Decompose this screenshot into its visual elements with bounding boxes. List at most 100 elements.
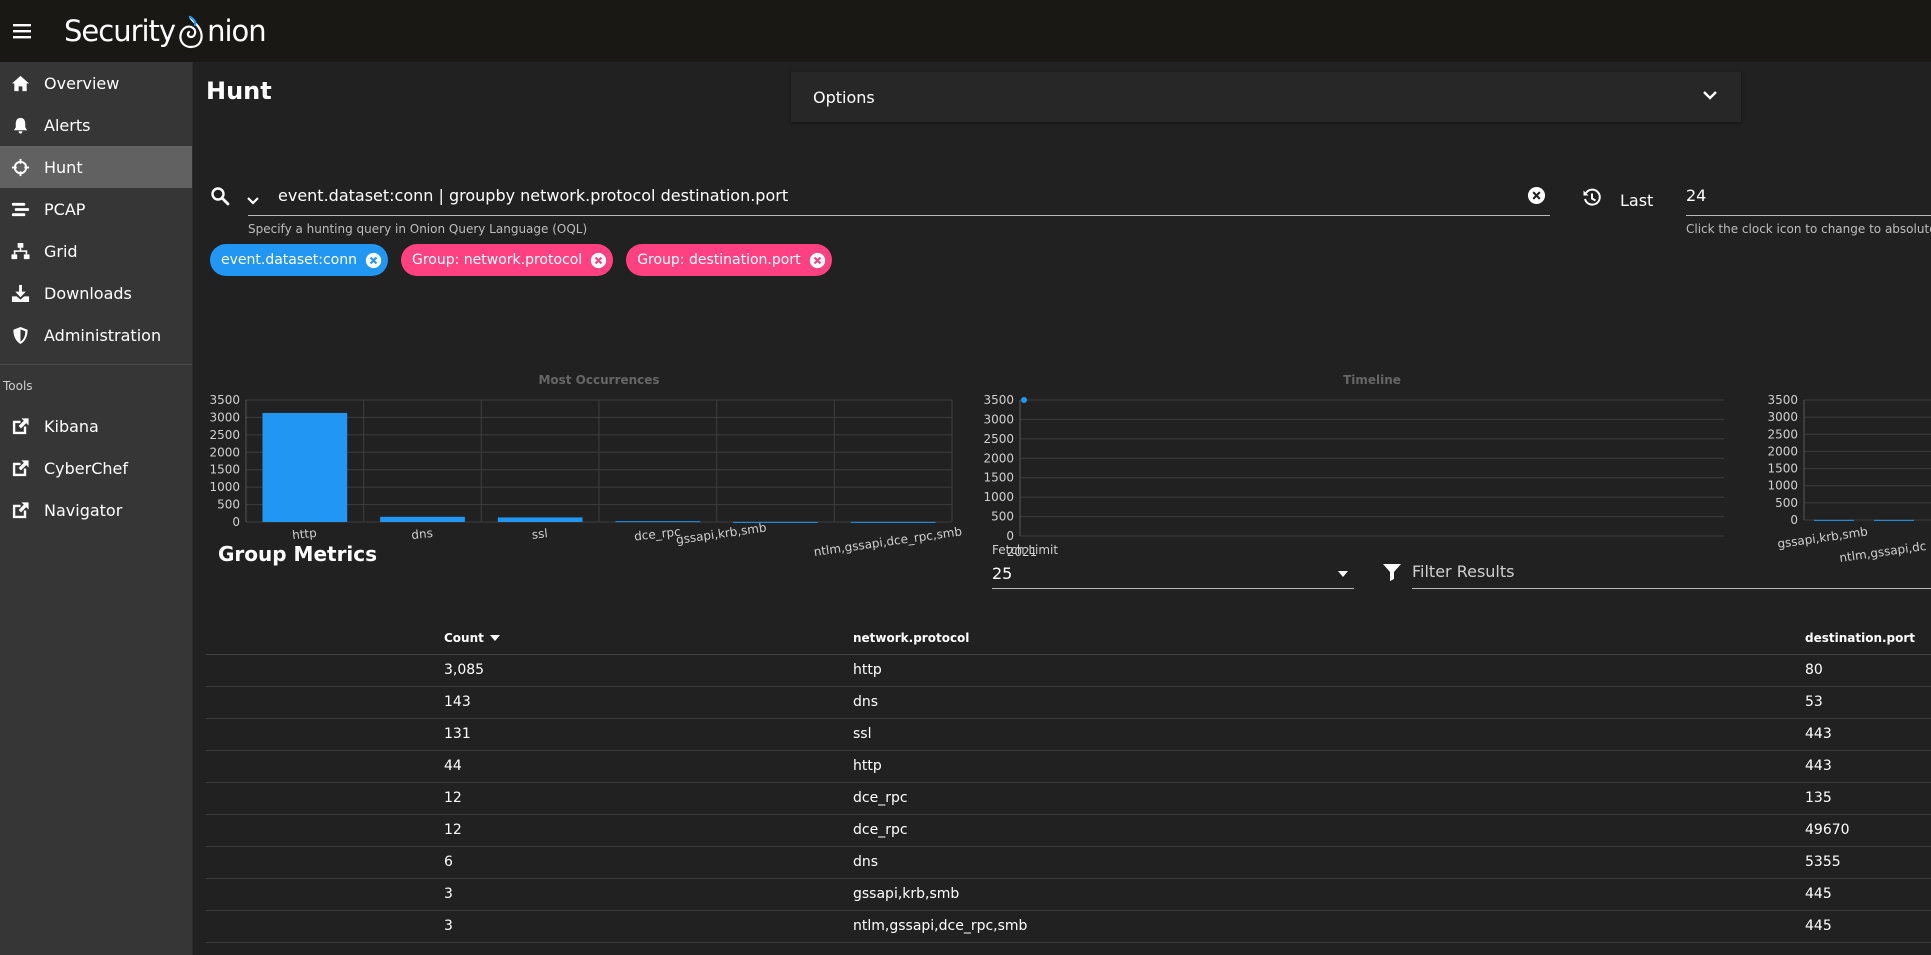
search-icon[interactable] bbox=[210, 186, 230, 206]
y-tick-label: 0 bbox=[1006, 529, 1014, 543]
query-input[interactable] bbox=[248, 176, 1488, 214]
chart-title: Timeline bbox=[1343, 373, 1401, 387]
table-row[interactable]: 3 ntlm,gssapi,dce_rpc,smb 445 bbox=[206, 910, 1931, 943]
chip-group-protocol[interactable]: Group: network.protocol bbox=[400, 244, 614, 276]
sidebar-item-label: Overview bbox=[44, 73, 120, 93]
row-action-header bbox=[206, 622, 444, 655]
port-cell[interactable]: 5355 bbox=[1805, 846, 1931, 879]
y-tick-label: 3000 bbox=[1767, 410, 1798, 424]
top-app-bar: Security nion bbox=[0, 0, 1931, 62]
bar bbox=[497, 517, 583, 522]
onion-swirl-icon bbox=[176, 14, 206, 50]
y-tick-label: 3500 bbox=[1767, 393, 1798, 407]
x-tick-label: ssl bbox=[531, 526, 548, 542]
y-tick-label: 2000 bbox=[209, 445, 240, 459]
y-tick-label: 3000 bbox=[983, 412, 1014, 426]
protocol-cell[interactable]: http bbox=[853, 654, 1805, 687]
y-tick-label: 1000 bbox=[209, 480, 240, 494]
history-clock-icon[interactable] bbox=[1582, 188, 1602, 208]
home-icon bbox=[10, 73, 30, 93]
port-cell[interactable]: 445 bbox=[1805, 910, 1931, 943]
table-row[interactable]: 44 http 443 bbox=[206, 750, 1931, 783]
sidebar-item-downloads[interactable]: Downloads bbox=[0, 272, 192, 314]
count-cell: 12 bbox=[444, 782, 853, 815]
y-tick-label: 3500 bbox=[983, 393, 1014, 407]
menu-icon[interactable] bbox=[0, 0, 44, 62]
filter-results-input[interactable] bbox=[1412, 555, 1912, 587]
row-action-cell bbox=[206, 654, 444, 687]
security-onion-logo[interactable]: Security nion bbox=[64, 14, 267, 50]
data-point bbox=[1021, 397, 1027, 403]
bar bbox=[262, 412, 348, 522]
sidebar-item-pcap[interactable]: PCAP bbox=[0, 188, 192, 230]
chip-label: event.dataset:conn bbox=[221, 252, 357, 268]
download-icon bbox=[10, 283, 30, 303]
close-circle-icon[interactable] bbox=[590, 252, 607, 269]
protocol-cell[interactable]: dns bbox=[853, 846, 1805, 879]
protocol-cell[interactable]: ssl bbox=[853, 718, 1805, 751]
row-action-cell bbox=[206, 846, 444, 879]
port-cell[interactable]: 53 bbox=[1805, 686, 1931, 719]
x-tick-label: dce_rpc bbox=[633, 525, 681, 544]
count-cell: 131 bbox=[444, 718, 853, 751]
chip-dataset-filter[interactable]: event.dataset:conn bbox=[210, 244, 388, 276]
column-header-count[interactable]: Count bbox=[444, 622, 853, 655]
close-circle-icon[interactable] bbox=[809, 252, 826, 269]
table-row[interactable]: 131 ssl 443 bbox=[206, 718, 1931, 751]
protocol-cell[interactable]: dns bbox=[853, 686, 1805, 719]
protocol-cell[interactable]: ntlm,gssapi,dce_rpc,smb bbox=[853, 910, 1805, 943]
clear-query-icon[interactable] bbox=[1527, 186, 1546, 205]
table-row[interactable]: 6 dns 5355 bbox=[206, 846, 1931, 879]
bar bbox=[615, 521, 701, 523]
sidebar-item-label: CyberChef bbox=[44, 458, 129, 478]
port-cell[interactable]: 443 bbox=[1805, 750, 1931, 783]
protocol-cell[interactable]: gssapi,krb,smb bbox=[853, 878, 1805, 911]
table-row[interactable]: 12 dce_rpc 135 bbox=[206, 782, 1931, 815]
timeline-chart: Timeline05001000150020002500300035002021 bbox=[983, 373, 1724, 559]
x-tick-label: gssapi,krb,smb bbox=[675, 520, 767, 547]
column-header-port[interactable]: destination.port bbox=[1805, 622, 1931, 655]
sidebar-item-administration[interactable]: Administration bbox=[0, 314, 192, 356]
protocol-cell[interactable]: http bbox=[853, 750, 1805, 783]
filter-chips: event.dataset:conn Group: network.protoc… bbox=[210, 244, 832, 276]
last-label: Last bbox=[1620, 191, 1654, 210]
page-title: Hunt bbox=[206, 77, 272, 105]
sidebar-item-navigator[interactable]: Navigator bbox=[0, 489, 192, 531]
close-circle-icon[interactable] bbox=[365, 252, 382, 269]
options-expansion-panel[interactable]: Options bbox=[791, 72, 1741, 122]
relative-time-input[interactable] bbox=[1686, 176, 1931, 214]
table-row[interactable]: 143 dns 53 bbox=[206, 686, 1931, 719]
count-cell: 44 bbox=[444, 750, 853, 783]
sidebar-item-kibana[interactable]: Kibana bbox=[0, 405, 192, 447]
logo-text-onion: nion bbox=[207, 14, 267, 48]
port-cell[interactable]: 443 bbox=[1805, 718, 1931, 751]
sidebar-item-label: Downloads bbox=[44, 283, 132, 303]
port-cell[interactable]: 445 bbox=[1805, 878, 1931, 911]
row-action-cell bbox=[206, 718, 444, 751]
table-row[interactable]: 12 dce_rpc 49670 bbox=[206, 814, 1931, 847]
sidebar-item-grid[interactable]: Grid bbox=[0, 230, 192, 272]
port-cell[interactable]: 49670 bbox=[1805, 814, 1931, 847]
y-tick-label: 0 bbox=[232, 515, 240, 529]
sidebar-item-hunt[interactable]: Hunt bbox=[0, 146, 192, 188]
fetch-limit-select[interactable]: 25 bbox=[992, 559, 1354, 589]
query-dropdown-chevron-icon[interactable] bbox=[246, 192, 260, 205]
sidebar-item-overview[interactable]: Overview bbox=[0, 62, 192, 104]
chip-group-port[interactable]: Group: destination.port bbox=[626, 244, 832, 276]
column-header-protocol[interactable]: network.protocol bbox=[853, 622, 1805, 655]
network-icon bbox=[10, 241, 30, 261]
protocol-cell[interactable]: dce_rpc bbox=[853, 782, 1805, 815]
port-cell[interactable]: 80 bbox=[1805, 654, 1931, 687]
count-cell: 3 bbox=[444, 910, 853, 943]
external-link-icon bbox=[10, 500, 30, 520]
sidebar-item-cyberchef[interactable]: CyberChef bbox=[0, 447, 192, 489]
sidebar-tools-header: Tools bbox=[3, 379, 33, 393]
chart-title: Most Occurrences bbox=[538, 373, 659, 387]
sidebar-item-alerts[interactable]: Alerts bbox=[0, 104, 192, 146]
table-row[interactable]: 3 gssapi,krb,smb 445 bbox=[206, 878, 1931, 911]
sort-descending-icon bbox=[489, 635, 500, 642]
row-action-cell bbox=[206, 910, 444, 943]
table-row[interactable]: 3,085 http 80 bbox=[206, 654, 1931, 687]
port-cell[interactable]: 135 bbox=[1805, 782, 1931, 815]
protocol-cell[interactable]: dce_rpc bbox=[853, 814, 1805, 847]
